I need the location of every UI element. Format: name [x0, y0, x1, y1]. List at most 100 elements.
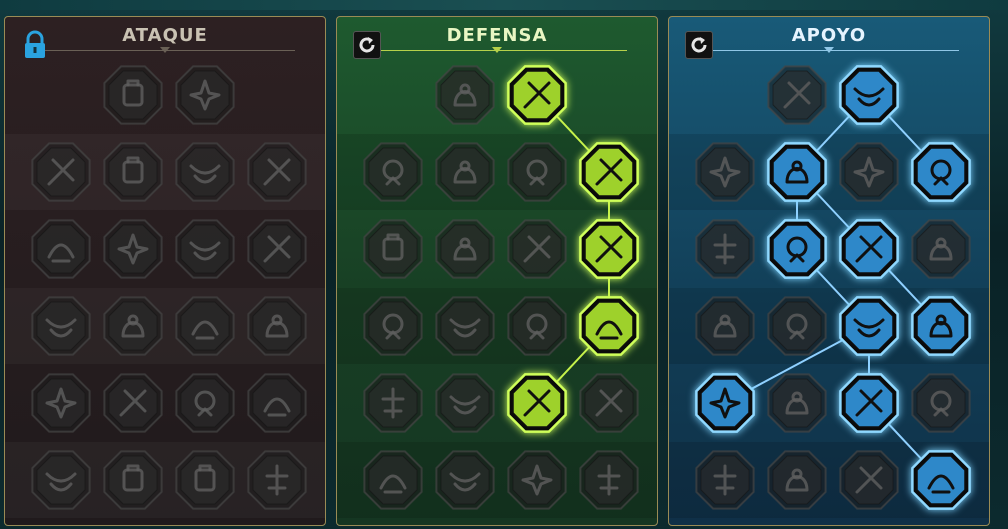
skill-node-crossed-blades[interactable] [577, 140, 641, 204]
skill-node-hourglass[interactable] [433, 294, 497, 358]
skill-node-boot[interactable] [765, 371, 829, 435]
ghost-figure-icon [911, 219, 971, 279]
skill-node-monk-aura[interactable] [577, 217, 641, 281]
triple-blades-icon [435, 373, 495, 433]
spin-icon [911, 373, 971, 433]
skill-node-open-hand[interactable] [505, 294, 569, 358]
skill-node-spin[interactable] [909, 371, 973, 435]
skill-node-skull-orb[interactable] [505, 217, 569, 281]
skill-node-open-book[interactable] [765, 294, 829, 358]
skill-node-bleeding-heart[interactable] [245, 140, 309, 204]
skill-node-fan-blades[interactable] [29, 371, 93, 435]
skill-node-helmet[interactable] [101, 448, 165, 512]
skull-mask-icon [767, 450, 827, 510]
warrior-icon [247, 373, 307, 433]
skill-node-shatter[interactable] [837, 217, 901, 281]
title-notch [160, 47, 170, 53]
skill-node-ghost-figure[interactable] [909, 217, 973, 281]
skill-node-tornado[interactable] [361, 217, 425, 281]
skill-node-mystic[interactable] [693, 217, 757, 281]
skill-node-vortex-hand[interactable] [837, 63, 901, 127]
skill-node-demon[interactable] [29, 140, 93, 204]
skill-node-compass-star[interactable] [693, 371, 757, 435]
refresh-icon[interactable] [353, 31, 381, 59]
shield-strike-icon [175, 142, 235, 202]
skill-node-heart-sparkle[interactable] [765, 63, 829, 127]
title-notch [824, 47, 834, 53]
cleave-icon [31, 450, 91, 510]
skill-node-strongman[interactable] [577, 448, 641, 512]
skill-node-brute[interactable] [505, 140, 569, 204]
skill-node-cloak[interactable] [361, 140, 425, 204]
skill-node-potion[interactable] [693, 448, 757, 512]
wave-icon [579, 373, 639, 433]
skill-node-skull-mask[interactable] [765, 448, 829, 512]
refresh-icon[interactable] [685, 31, 713, 59]
skill-node-triple-blades[interactable] [433, 371, 497, 435]
skill-node-warlord[interactable] [837, 448, 901, 512]
skill-node-eagle[interactable] [909, 448, 973, 512]
skill-node-fist[interactable] [29, 217, 93, 281]
open-book-icon [767, 296, 827, 356]
skill-node-jaws[interactable] [101, 217, 165, 281]
shatter-icon [839, 219, 899, 279]
raised-fist-icon [507, 65, 567, 125]
skill-node-heart-target[interactable] [29, 294, 93, 358]
skill-node-skull[interactable] [101, 371, 165, 435]
skill-node-armor-plate[interactable] [433, 63, 497, 127]
skill-node-ward-shield[interactable] [765, 140, 829, 204]
skill-node-octopus[interactable] [505, 448, 569, 512]
skill-node-praying-hands[interactable] [693, 140, 757, 204]
skill-node-comet[interactable] [837, 294, 901, 358]
skill-node-skull-helm[interactable] [361, 448, 425, 512]
skill-node-bull-head[interactable] [577, 294, 641, 358]
potion-icon [695, 450, 755, 510]
skull-flame-icon [839, 142, 899, 202]
skill-node-rune[interactable] [173, 371, 237, 435]
skill-node-bomb[interactable] [173, 217, 237, 281]
skill-node-shield-rune[interactable] [433, 448, 497, 512]
skill-node-axe[interactable] [173, 294, 237, 358]
brute-icon [507, 142, 567, 202]
skill-node-lightning-shield[interactable] [765, 217, 829, 281]
octopus-icon [507, 450, 567, 510]
daggers-icon [175, 65, 235, 125]
skill-node-daggers[interactable] [173, 63, 237, 127]
skill-node-running[interactable] [361, 371, 425, 435]
panel-title: ATAQUE [122, 25, 208, 46]
boot-icon [767, 373, 827, 433]
skill-node-sword[interactable] [101, 63, 165, 127]
skill-node-warrior[interactable] [245, 371, 309, 435]
radiant-skull-icon [507, 373, 567, 433]
skill-node-spirit-strike[interactable] [909, 140, 973, 204]
skill-node-heart-chain[interactable] [693, 294, 757, 358]
banner-shield-icon [435, 219, 495, 279]
skill-node-beast[interactable] [173, 448, 237, 512]
skill-node-skull-flame[interactable] [837, 140, 901, 204]
skill-node-raised-fist[interactable] [505, 63, 569, 127]
bull-head-icon [579, 296, 639, 356]
skill-node-shield-strike[interactable] [173, 140, 237, 204]
skill-node-gauntlet[interactable] [101, 294, 165, 358]
skill-node-radiant-skull[interactable] [505, 371, 569, 435]
skill-node-angry-eyes[interactable] [909, 294, 973, 358]
skill-node-skull-crown[interactable] [245, 448, 309, 512]
fan-blades-icon [31, 373, 91, 433]
warlord-icon [839, 450, 899, 510]
slash-icon [247, 219, 307, 279]
skill-node-hooded-figure[interactable] [361, 294, 425, 358]
skill-node-wave[interactable] [577, 371, 641, 435]
spirit-strike-icon [911, 142, 971, 202]
eye-icon [839, 373, 899, 433]
bomb-icon [175, 219, 235, 279]
skill-node-banner-shield[interactable] [433, 217, 497, 281]
strongman-icon [579, 450, 639, 510]
skill-node-cleave[interactable] [29, 448, 93, 512]
skull-helm-icon [363, 450, 423, 510]
jaws-icon [103, 219, 163, 279]
skill-node-heart-guard[interactable] [433, 140, 497, 204]
skill-node-eye[interactable] [837, 371, 901, 435]
skill-node-slash[interactable] [245, 217, 309, 281]
skill-node-claw[interactable] [101, 140, 165, 204]
skill-node-chain-lightning[interactable] [245, 294, 309, 358]
